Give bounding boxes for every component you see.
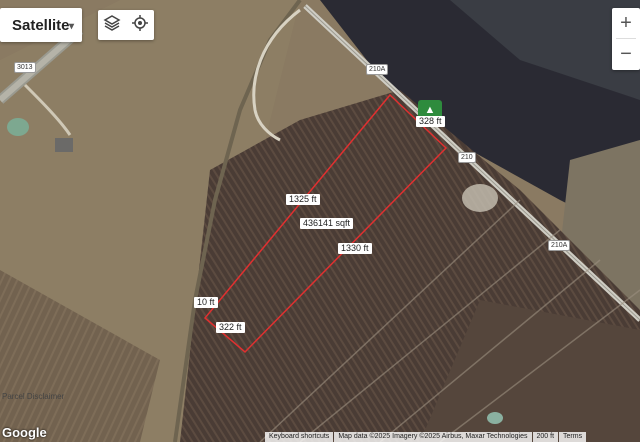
- zoom-control: + −: [612, 8, 640, 70]
- parcel-right-edge-label: 1330 ft: [338, 243, 372, 254]
- locate-icon[interactable]: [131, 14, 149, 37]
- keyboard-shortcuts-link[interactable]: Keyboard shortcuts: [265, 432, 334, 442]
- road-label-3013: 3013: [14, 62, 36, 73]
- parcel-bottom-edge-label: 322 ft: [216, 322, 245, 333]
- parcel-disclaimer[interactable]: Parcel Disclaimer: [2, 392, 64, 401]
- terms-link[interactable]: Terms: [559, 432, 587, 442]
- map-type-dropdown[interactable]: Satellite ▾: [0, 8, 82, 42]
- zoom-out-button[interactable]: −: [612, 39, 640, 69]
- road-label-210a: 210A: [366, 64, 389, 75]
- map-tools: [98, 10, 154, 40]
- scale-bar[interactable]: 200 ft: [532, 432, 559, 442]
- google-logo: Google: [2, 425, 47, 440]
- parcel-left-edge-label: 1325 ft: [286, 194, 320, 205]
- parcel-bottom-left-label: 10 ft: [194, 297, 218, 308]
- parcel-top-edge-label: 328 ft: [416, 116, 445, 127]
- road-label-210: 210: [458, 152, 476, 163]
- layers-icon[interactable]: [103, 14, 121, 37]
- road-label-210a-lower: 210A: [548, 240, 571, 251]
- zoom-in-button[interactable]: +: [612, 8, 640, 38]
- map-data-attribution: Map data ©2025 Imagery ©2025 Airbus, Max…: [334, 432, 532, 442]
- parcel-area-label: 436141 sqft: [300, 218, 354, 229]
- chevron-down-icon: ▾: [68, 21, 74, 32]
- map-type-label: Satellite: [12, 16, 70, 34]
- map-footer: Keyboard shortcuts Map data ©2025 Imager…: [265, 432, 587, 442]
